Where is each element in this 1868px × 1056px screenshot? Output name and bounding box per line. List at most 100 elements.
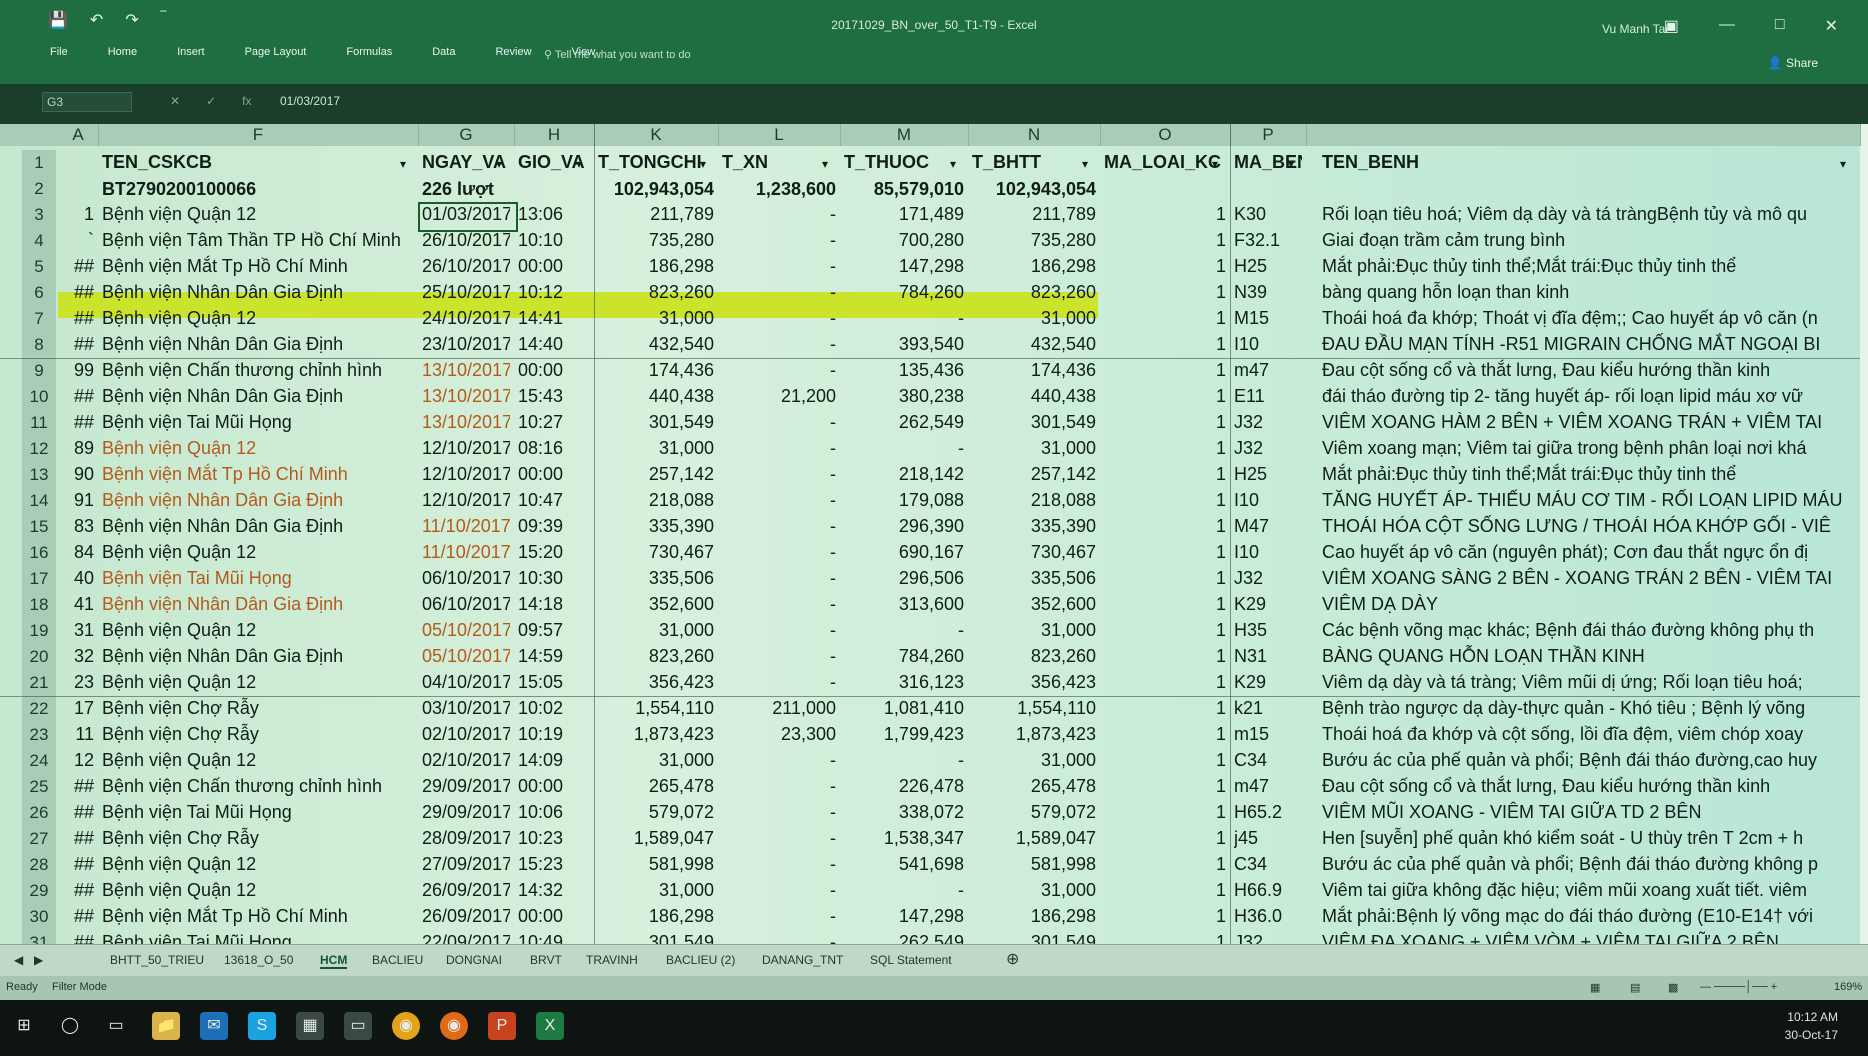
visit-type[interactable]: 1: [1104, 514, 1226, 538]
total-cost[interactable]: 186,298: [598, 254, 714, 278]
insurance-paid[interactable]: 1,554,110: [972, 696, 1096, 720]
field-header[interactable]: TEN_BENH: [1322, 150, 1854, 174]
test-cost[interactable]: -: [722, 904, 836, 928]
sheet-tab[interactable]: DANANG_TNT: [762, 953, 843, 967]
sheet-tab[interactable]: BHTT_50_TRIEU: [110, 953, 204, 967]
visit-time[interactable]: 00:00: [518, 254, 590, 278]
disease-code[interactable]: I10: [1234, 488, 1302, 512]
skype-icon[interactable]: S: [248, 1012, 276, 1040]
drug-cost[interactable]: 1,081,410: [844, 696, 964, 720]
disease-name[interactable]: THOÁI HÓA CỘT SỐNG LƯNG / THOÁI HÓA KHỚP…: [1322, 514, 1854, 538]
test-cost[interactable]: -: [722, 592, 836, 616]
enter-icon[interactable]: ✓: [206, 94, 216, 108]
drug-cost[interactable]: 316,123: [844, 670, 964, 694]
visit-time[interactable]: 10:06: [518, 800, 590, 824]
visit-time[interactable]: 13:06: [518, 202, 590, 226]
visit-date[interactable]: 12/10/2017: [422, 462, 510, 486]
file-explorer-icon[interactable]: 📁: [152, 1012, 180, 1040]
disease-name[interactable]: Cao huyết áp vô căn (nguyên phát); Cơn đ…: [1322, 540, 1854, 564]
visit-time[interactable]: 00:00: [518, 462, 590, 486]
row-index[interactable]: 90: [62, 462, 94, 486]
visit-time[interactable]: 14:32: [518, 878, 590, 902]
facility-name[interactable]: Bệnh viện Nhân Dân Gia Định: [102, 592, 414, 616]
drug-cost[interactable]: 1,799,423: [844, 722, 964, 746]
row-header[interactable]: 4: [22, 228, 56, 254]
row-index[interactable]: `: [62, 228, 94, 252]
start-icon[interactable]: ⊞: [10, 1012, 38, 1040]
insurance-paid[interactable]: 174,436: [972, 358, 1096, 382]
disease-name[interactable]: Mắt phải:Đục thủy tinh thể;Mắt trái:Đục …: [1322, 254, 1854, 278]
visit-date[interactable]: 06/10/2017: [422, 566, 510, 590]
disease-name[interactable]: Viêm dạ dày và tá tràng; Viêm mũi dị ứng…: [1322, 670, 1854, 694]
row-index[interactable]: 12: [62, 748, 94, 772]
disease-name[interactable]: VIÊM DẠ DÀY: [1322, 592, 1854, 616]
facility-name[interactable]: Bệnh viện Tai Mũi Họng: [102, 800, 414, 824]
drug-cost[interactable]: -: [844, 748, 964, 772]
disease-code[interactable]: j45: [1234, 826, 1302, 850]
disease-code[interactable]: k21: [1234, 696, 1302, 720]
insurance-paid[interactable]: 335,506: [972, 566, 1096, 590]
disease-name[interactable]: Viêm xoang mạn; Viêm tai giữa trong bệnh…: [1322, 436, 1854, 460]
visit-date[interactable]: 12/10/2017: [422, 488, 510, 512]
row-header[interactable]: 25: [22, 774, 56, 800]
disease-code[interactable]: H25: [1234, 254, 1302, 278]
drug-cost[interactable]: -: [844, 878, 964, 902]
visit-date[interactable]: 29/09/2017: [422, 800, 510, 824]
zoom-level[interactable]: 169%: [1834, 981, 1862, 993]
row-header[interactable]: 8: [22, 332, 56, 358]
visit-date[interactable]: 03/10/2017: [422, 696, 510, 720]
disease-name[interactable]: TĂNG HUYẾT ÁP- THIẾU MÁU CƠ TIM - RỐI LO…: [1322, 488, 1854, 512]
column-header-p[interactable]: P: [1230, 124, 1307, 146]
test-cost[interactable]: -: [722, 280, 836, 304]
facility-name[interactable]: Bệnh viện Chợ Rẫy: [102, 722, 414, 746]
total-cost[interactable]: 257,142: [598, 462, 714, 486]
insurance-paid[interactable]: 735,280: [972, 228, 1096, 252]
insurance-paid[interactable]: 301,549: [972, 410, 1096, 434]
facility-name[interactable]: Bệnh viện Nhân Dân Gia Định: [102, 332, 414, 356]
visit-time[interactable]: 09:57: [518, 618, 590, 642]
disease-name[interactable]: Đau cột sống cổ và thắt lưng, Đau kiểu h…: [1322, 774, 1854, 798]
visit-type[interactable]: 1: [1104, 280, 1226, 304]
disease-name[interactable]: Thoái hoá đa khớp và cột sống, lồi đĩa đ…: [1322, 722, 1854, 746]
visit-time[interactable]: 15:05: [518, 670, 590, 694]
visit-type[interactable]: 1: [1104, 722, 1226, 746]
summary-cell[interactable]: 85,579,010: [844, 177, 964, 201]
insurance-paid[interactable]: 823,260: [972, 280, 1096, 304]
test-cost[interactable]: -: [722, 254, 836, 278]
row-index[interactable]: 40: [62, 566, 94, 590]
row-header[interactable]: 7: [22, 306, 56, 332]
row-index[interactable]: ##: [62, 800, 94, 824]
row-index[interactable]: ##: [62, 410, 94, 434]
row-header[interactable]: 14: [22, 488, 56, 514]
column-header-f[interactable]: F: [98, 124, 419, 146]
visit-time[interactable]: 10:23: [518, 826, 590, 850]
row-header[interactable]: 17: [22, 566, 56, 592]
visit-time[interactable]: 15:43: [518, 384, 590, 408]
visit-time[interactable]: 10:27: [518, 410, 590, 434]
total-cost[interactable]: 31,000: [598, 306, 714, 330]
test-cost[interactable]: -: [722, 436, 836, 460]
facility-name[interactable]: Bệnh viện Quận 12: [102, 852, 414, 876]
search-icon[interactable]: ◯: [56, 1012, 84, 1040]
facility-name[interactable]: Bệnh viện Nhân Dân Gia Định: [102, 644, 414, 668]
disease-name[interactable]: Giai đoạn trầm cảm trung bình: [1322, 228, 1854, 252]
drug-cost[interactable]: 171,489: [844, 202, 964, 226]
sheet-tab[interactable]: SQL Statement: [870, 953, 952, 967]
insurance-paid[interactable]: 186,298: [972, 904, 1096, 928]
test-cost[interactable]: -: [722, 410, 836, 434]
disease-code[interactable]: m15: [1234, 722, 1302, 746]
test-cost[interactable]: -: [722, 670, 836, 694]
facility-name[interactable]: Bệnh viện Quận 12: [102, 540, 414, 564]
visit-time[interactable]: 09:39: [518, 514, 590, 538]
row-header[interactable]: 15: [22, 514, 56, 540]
column-header-a[interactable]: A: [58, 124, 99, 146]
task-view-icon[interactable]: ▭: [102, 1012, 130, 1040]
row-index[interactable]: 11: [62, 722, 94, 746]
disease-code[interactable]: C34: [1234, 748, 1302, 772]
test-cost[interactable]: -: [722, 488, 836, 512]
visit-date[interactable]: 04/10/2017: [422, 670, 510, 694]
fx-icon[interactable]: fx: [242, 94, 251, 108]
disease-name[interactable]: ĐAU ĐẦU MẠN TÍNH -R51 MIGRAIN CHỐNG MẮT …: [1322, 332, 1854, 356]
insurance-paid[interactable]: 186,298: [972, 254, 1096, 278]
insurance-paid[interactable]: 581,998: [972, 852, 1096, 876]
